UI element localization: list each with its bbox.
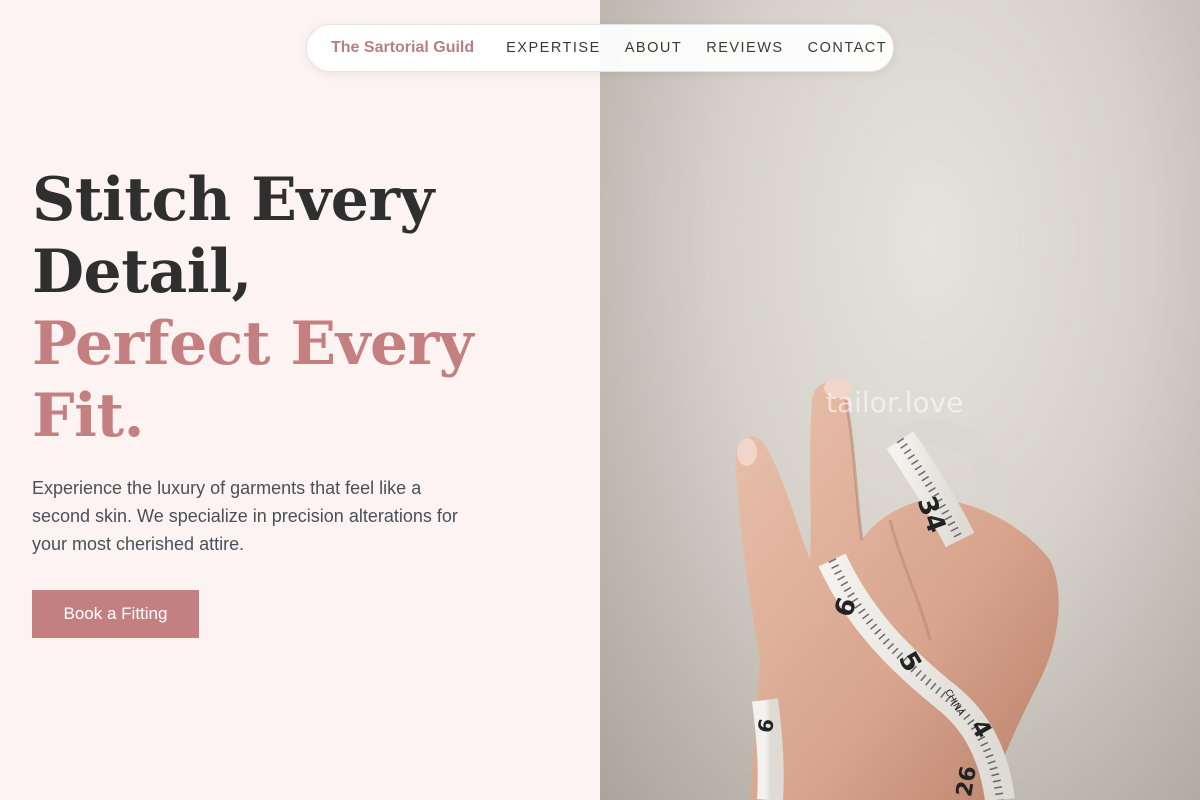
nav-link-expertise[interactable]: EXPERTISE — [506, 40, 601, 56]
hero-description: Experience the luxury of garments that f… — [32, 478, 458, 554]
headline-accent-line: Perfect Every — [32, 309, 474, 379]
nav-link-reviews[interactable]: REVIEWS — [706, 40, 783, 56]
nav-link-about[interactable]: ABOUT — [625, 40, 682, 56]
headline-accent-line: Fit. — [32, 381, 145, 451]
watermark-text: tailor.love — [826, 386, 964, 419]
nav-links: EXPERTISE ABOUT REVIEWS CONTACT — [506, 40, 887, 56]
tape-number-label: 26 — [952, 764, 982, 799]
top-navigation: The Sartorial Guild EXPERTISE ABOUT REVI… — [306, 24, 894, 72]
book-fitting-button[interactable]: Book a Fitting — [32, 590, 199, 638]
nav-link-contact[interactable]: CONTACT — [808, 40, 888, 56]
headline-line: Detail, — [32, 237, 252, 307]
hero-photo: 34 6 5 4 26 6 CHINA tailor.love — [600, 0, 1200, 800]
brand-logo[interactable]: The Sartorial Guild — [331, 39, 474, 57]
hero-headline: Stitch Every Detail, Perfect Every Fit. — [32, 164, 592, 452]
headline-line: Stitch Every — [32, 165, 434, 235]
